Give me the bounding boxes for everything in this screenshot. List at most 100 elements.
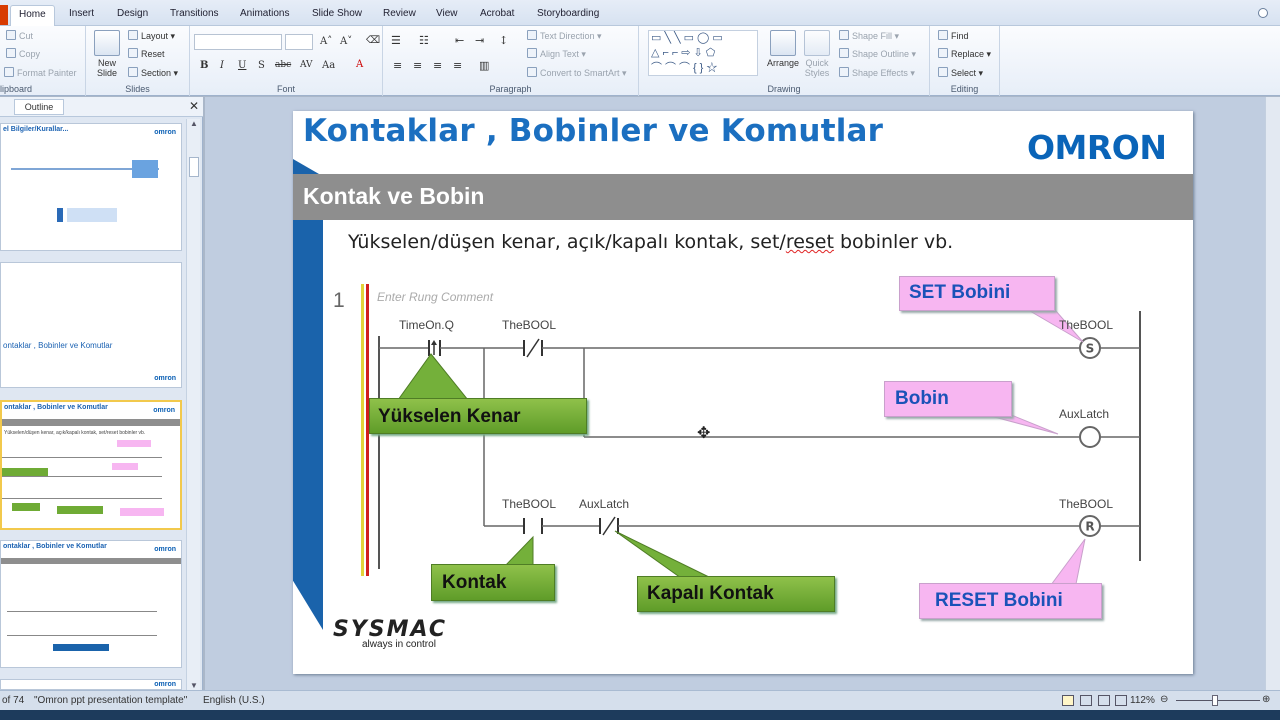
close-icon[interactable]: ✕ — [189, 99, 199, 113]
thumb-subtitle-bar — [1, 558, 181, 564]
shape-effects-button[interactable]: Shape Effects ▾ — [839, 67, 915, 79]
variable-label: TimeOn.Q — [399, 318, 454, 332]
tab-insert[interactable]: Insert — [69, 8, 94, 19]
thumb-title: ontaklar , Bobinler ve Komutlar — [3, 543, 107, 550]
convert-smartart-button[interactable]: Convert to SmartArt ▾ — [527, 67, 627, 79]
thumb-block — [2, 468, 48, 476]
justify-icon[interactable]: ≡ — [453, 59, 462, 72]
canvas-scrollbar[interactable] — [1265, 97, 1280, 690]
clear-formatting-icon[interactable]: ⌫ — [366, 35, 380, 46]
italic-icon[interactable]: I — [220, 60, 224, 71]
tab-view[interactable]: View — [436, 8, 458, 19]
align-left-icon[interactable]: ≡ — [393, 59, 402, 72]
rail-yellow — [361, 284, 364, 576]
select-button[interactable]: Select ▾ — [938, 67, 983, 79]
language-indicator[interactable]: English (U.S.) — [203, 695, 265, 706]
reading-view-icon[interactable] — [1098, 695, 1110, 706]
tab-review[interactable]: Review — [383, 8, 416, 19]
tab-storyboarding[interactable]: Storyboarding — [537, 8, 599, 19]
layout-button[interactable]: Layout ▾ — [128, 30, 175, 42]
shape-fill-button[interactable]: Shape Fill ▾ — [839, 30, 899, 42]
shape-outline-button[interactable]: Shape Outline ▾ — [839, 48, 916, 60]
zoom-level[interactable]: 112% — [1130, 695, 1155, 706]
select-label: Select — [951, 68, 977, 78]
zoom-out-icon[interactable]: ⊖ — [1160, 694, 1168, 705]
new-slide-button[interactable]: New Slide — [92, 30, 122, 78]
bobin-callout[interactable]: Bobin — [884, 381, 1012, 417]
shape-outline-label: Shape Outline — [852, 49, 910, 59]
tab-transitions[interactable]: Transitions — [170, 8, 219, 19]
copy-button[interactable]: Copy — [6, 48, 40, 59]
outline-tab[interactable]: Outline — [14, 99, 64, 115]
shrink-font-icon[interactable]: A˅ — [340, 36, 352, 47]
slide-thumb[interactable]: ontaklar , Bobinler ve Komutlar omron — [0, 540, 182, 668]
copy-icon — [6, 48, 16, 58]
text-direction-button[interactable]: Text Direction ▾ — [527, 30, 602, 42]
align-right-icon[interactable]: ≡ — [433, 59, 442, 72]
zoom-in-icon[interactable]: ⊕ — [1262, 694, 1270, 705]
tab-acrobat[interactable]: Acrobat — [480, 8, 514, 19]
font-color-icon[interactable]: A — [356, 59, 363, 70]
slide-thumb[interactable]: el Bilgiler/Kurallar... omron — [0, 123, 182, 251]
rung-comment[interactable]: Enter Rung Comment — [377, 290, 493, 304]
set-bobini-callout[interactable]: SET Bobini — [899, 276, 1055, 311]
rising-edge-arrowhead — [431, 340, 437, 345]
slide[interactable]: Kontaklar , Bobinler ve Komutlar OMRON K… — [293, 111, 1193, 674]
format-painter-button[interactable]: Format Painter — [4, 67, 77, 78]
slide-thumb[interactable]: omron — [0, 679, 182, 690]
grow-font-icon[interactable]: A˄ — [320, 36, 332, 47]
increase-indent-icon[interactable]: ⇥ — [475, 34, 484, 47]
change-case-icon[interactable]: Aa — [322, 60, 335, 71]
columns-icon[interactable]: ▥ — [479, 59, 489, 72]
bullets-icon[interactable]: ☰ — [391, 34, 401, 47]
shadow-icon[interactable]: S — [258, 60, 265, 71]
char-spacing-icon[interactable]: AV — [300, 60, 313, 70]
replace-button[interactable]: Replace ▾ — [938, 48, 991, 60]
variable-label: TheBOOL — [502, 318, 557, 332]
tab-home[interactable]: Home — [10, 5, 55, 27]
align-text-button[interactable]: Align Text ▾ — [527, 48, 586, 60]
strikethrough-icon[interactable]: abc — [275, 60, 291, 70]
tab-slide-show[interactable]: Slide Show — [312, 8, 362, 19]
thumb-block — [12, 503, 40, 511]
slide-thumb[interactable]: ontaklar , Bobinler ve Komutlar omron — [0, 262, 182, 388]
tab-animations[interactable]: Animations — [240, 8, 289, 19]
thumb-subtitle-bar — [2, 419, 180, 426]
help-icon[interactable] — [1258, 8, 1268, 18]
scroll-down-icon[interactable]: ▼ — [187, 681, 201, 690]
line-spacing-icon[interactable]: ↕ — [499, 34, 508, 47]
slideshow-view-icon[interactable] — [1115, 695, 1127, 706]
slide-sorter-icon[interactable] — [1080, 695, 1092, 706]
yukselen-kenar-callout[interactable]: Yükselen Kenar — [369, 398, 587, 434]
align-center-icon[interactable]: ≡ — [413, 59, 422, 72]
numbering-icon[interactable]: ☷ — [419, 34, 429, 47]
font-name-combo[interactable] — [194, 34, 282, 50]
tab-design[interactable]: Design — [117, 8, 148, 19]
decrease-indent-icon[interactable]: ⇤ — [455, 34, 464, 47]
quick-styles-button[interactable]: Quick Styles — [799, 30, 835, 78]
reset-bobini-callout[interactable]: RESET Bobini — [919, 583, 1102, 619]
arrange-label: Arrange — [766, 58, 800, 68]
zoom-slider-knob[interactable] — [1212, 695, 1218, 706]
scroll-up-icon[interactable]: ▲ — [187, 119, 201, 128]
kapali-kontak-callout[interactable]: Kapalı Kontak — [637, 576, 835, 612]
normal-view-icon[interactable] — [1062, 695, 1074, 706]
reset-button[interactable]: Reset — [128, 48, 165, 59]
arrange-button[interactable]: Arrange — [763, 30, 803, 68]
cut-button[interactable]: Cut — [6, 30, 33, 41]
zoom-slider[interactable] — [1176, 700, 1260, 701]
shape-effects-label: Shape Effects — [852, 68, 908, 78]
section-button[interactable]: Section ▾ — [128, 67, 178, 79]
find-button[interactable]: Find — [938, 30, 969, 41]
panel-scrollbar[interactable]: ▲ ▼ — [186, 119, 200, 690]
font-size-combo[interactable] — [285, 34, 313, 50]
panel-scroll-thumb[interactable] — [189, 157, 199, 177]
file-tab[interactable] — [0, 5, 8, 25]
replace-label: Replace — [951, 49, 985, 59]
shapes-gallery[interactable]: ▭╲╲▭◯▭ △⌐⌐⇨⇩⬠ ⌒⌒⌒{}☆ — [648, 30, 758, 76]
bold-icon[interactable]: B — [200, 60, 208, 71]
slide-thumb-selected[interactable]: ontaklar , Bobinler ve Komutlar omron Yü… — [0, 400, 182, 530]
underline-icon[interactable]: U — [238, 60, 246, 71]
editing-group-label: Editing — [950, 84, 979, 94]
kontak-callout[interactable]: Kontak — [431, 564, 555, 601]
